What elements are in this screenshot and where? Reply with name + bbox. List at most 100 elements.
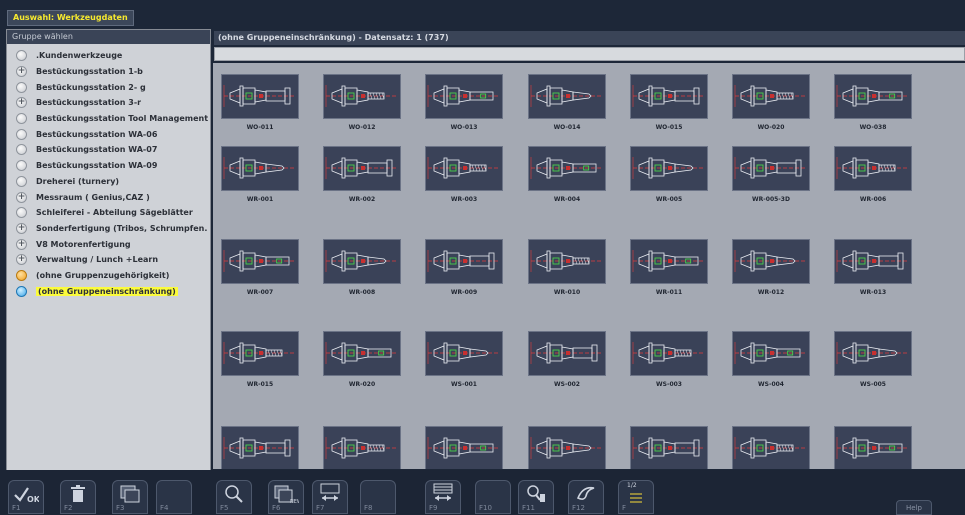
tool-card[interactable] — [732, 426, 810, 469]
copy-cards-icon — [113, 482, 147, 506]
tool-code: WS-005 — [860, 381, 886, 388]
group-item[interactable]: .Kundenwerkzeuge — [7, 48, 210, 64]
tool-card[interactable]: WR-011 — [630, 239, 708, 296]
tool-card[interactable]: WR-007 — [221, 239, 299, 296]
group-item[interactable]: (ohne Gruppeneinschränkung) — [7, 283, 210, 299]
search-field[interactable] — [214, 47, 965, 61]
group-item[interactable]: Bestückungsstation 2- g — [7, 79, 210, 95]
function-key-f4[interactable]: F4 — [156, 480, 192, 514]
function-key-f8[interactable]: F8 — [360, 480, 396, 514]
function-key-f12[interactable]: F12 — [568, 480, 604, 514]
function-key-f3[interactable]: F3 — [112, 480, 148, 514]
group-item[interactable]: + Sonderfertigung (Tribos, Schrumpfen.. — [7, 221, 210, 237]
function-key-f6[interactable]: NEW F6 — [268, 480, 304, 514]
group-item[interactable]: + V8 Motorenfertigung — [7, 236, 210, 252]
tool-card[interactable] — [323, 426, 401, 469]
tool-card[interactable] — [425, 426, 503, 469]
tool-card[interactable]: WS-005 — [834, 331, 912, 388]
tool-code: WR-005-3D — [752, 196, 790, 203]
group-panel-header: Gruppe wählen — [7, 30, 210, 44]
function-key-f10[interactable]: F10 — [475, 480, 511, 514]
tool-card[interactable]: WR-013 — [834, 239, 912, 296]
plus-circle-icon: + — [16, 66, 27, 78]
group-item[interactable]: Bestückungsstation WA-06 — [7, 126, 210, 142]
tool-code: WO-011 — [246, 124, 274, 131]
tool-card[interactable]: WO-011 — [221, 74, 299, 131]
tool-card[interactable]: WR-001 — [221, 146, 299, 203]
tool-code: WR-009 — [450, 289, 478, 296]
function-key-f5[interactable]: F5 — [216, 480, 252, 514]
tool-card[interactable]: WO-014 — [528, 74, 606, 131]
group-item[interactable]: Bestückungsstation WA-09 — [7, 158, 210, 174]
group-label: Bestückungsstation 2- g — [36, 82, 146, 92]
tool-code: WO-014 — [553, 124, 581, 131]
tool-card[interactable]: WR-003 — [425, 146, 503, 203]
tool-card[interactable]: WR-002 — [323, 146, 401, 203]
group-item[interactable]: + Messraum ( Genius,CAZ ) — [7, 189, 210, 205]
function-key-f7[interactable]: F7 — [312, 480, 348, 514]
group-item[interactable]: (ohne Gruppenzugehörigkeit) — [7, 268, 210, 284]
tool-card[interactable]: WR-010 — [528, 239, 606, 296]
tool-card[interactable]: WO-038 — [834, 74, 912, 131]
tool-code: WR-002 — [348, 196, 376, 203]
tool-card[interactable]: WR-015 — [221, 331, 299, 388]
tool-card[interactable]: WS-001 — [425, 331, 503, 388]
tool-drawing — [221, 146, 299, 191]
tool-code: WS-001 — [451, 381, 477, 388]
tool-card[interactable] — [834, 426, 912, 469]
tool-card[interactable]: WR-005-3D — [732, 146, 810, 203]
tool-code: WR-004 — [553, 196, 581, 203]
tool-card[interactable]: WR-009 — [425, 239, 503, 296]
tool-card[interactable]: WO-012 — [323, 74, 401, 131]
group-item[interactable]: + Bestückungsstation 1-b — [7, 64, 210, 80]
help-button[interactable]: Help — [896, 500, 932, 515]
tool-drawing — [221, 74, 299, 119]
function-key-f9[interactable]: F9 — [425, 480, 461, 514]
group-label: Bestückungsstation WA-06 — [36, 129, 158, 139]
group-item[interactable]: Bestückungsstation WA-07 — [7, 142, 210, 158]
group-item[interactable]: Dreherei (turnery) — [7, 174, 210, 190]
empty-circle-icon — [16, 113, 27, 125]
tool-grid[interactable]: WO-011 WO-012 WO-013 WO-014 WO-015 WO-020 WO-0… — [213, 63, 965, 469]
group-item[interactable]: Schleiferei - Abteilung Sägeblätter — [7, 205, 210, 221]
function-key-f2[interactable]: F2 — [60, 480, 96, 514]
ok-check-icon: OK — [9, 482, 43, 506]
function-key-label: F2 — [64, 504, 73, 512]
tool-card[interactable]: WR-006 — [834, 146, 912, 203]
tool-drawing — [425, 74, 503, 119]
group-label: Sonderfertigung (Tribos, Schrumpfen.. — [36, 223, 208, 233]
tool-code: WS-004 — [758, 381, 784, 388]
function-key-f[interactable]: 1/2 F — [618, 480, 654, 514]
tool-drawing — [630, 239, 708, 284]
empty-circle-icon — [16, 175, 27, 187]
tool-drawing — [425, 331, 503, 376]
tool-card[interactable]: WO-015 — [630, 74, 708, 131]
function-key-f1[interactable]: OK F1 — [8, 480, 44, 514]
tool-card[interactable]: WO-013 — [425, 74, 503, 131]
tool-card[interactable]: WR-005 — [630, 146, 708, 203]
tool-card[interactable] — [528, 426, 606, 469]
tool-card[interactable]: WR-012 — [732, 239, 810, 296]
tool-card[interactable]: WS-003 — [630, 331, 708, 388]
function-key-f11[interactable]: F11 — [518, 480, 554, 514]
group-item[interactable]: Bestückungsstation Tool Management — [7, 111, 210, 127]
tool-card[interactable]: WR-020 — [323, 331, 401, 388]
trash-icon — [61, 482, 95, 506]
tool-card[interactable]: WS-002 — [528, 331, 606, 388]
function-key-label: F6 — [272, 504, 281, 512]
tool-card[interactable] — [221, 426, 299, 469]
tool-card[interactable]: WS-004 — [732, 331, 810, 388]
empty-circle-icon — [16, 128, 27, 140]
tool-card[interactable]: WO-020 — [732, 74, 810, 131]
svg-text:NEW: NEW — [290, 499, 299, 504]
svg-text:OK: OK — [27, 495, 39, 504]
function-key-label: F12 — [572, 504, 585, 512]
tool-card[interactable]: WR-008 — [323, 239, 401, 296]
group-item[interactable]: + Bestückungsstation 3-r — [7, 95, 210, 111]
tool-drawing — [834, 426, 912, 469]
tool-code: WR-008 — [348, 289, 376, 296]
tool-card[interactable] — [630, 426, 708, 469]
tool-card[interactable]: WR-004 — [528, 146, 606, 203]
group-item[interactable]: + Verwaltung / Lunch +Learn — [7, 252, 210, 268]
tool-drawing — [630, 331, 708, 376]
